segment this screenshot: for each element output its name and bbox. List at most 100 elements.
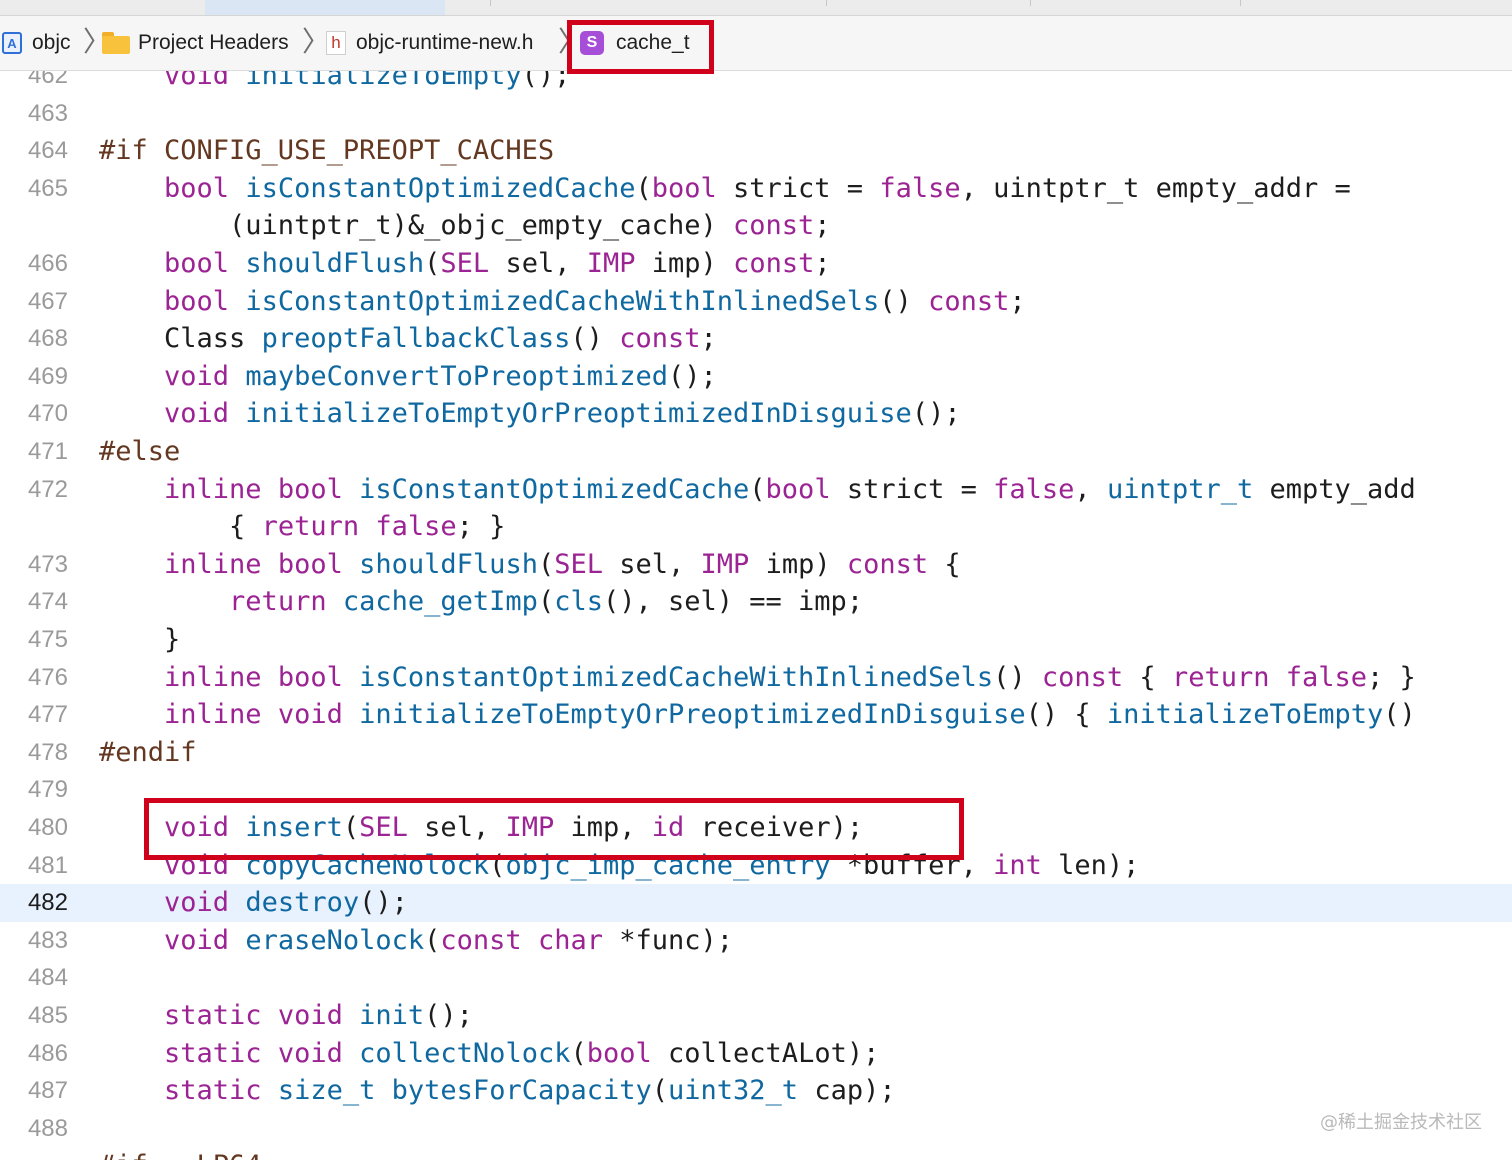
line-number[interactable]: 481 bbox=[0, 847, 68, 885]
code-token: id bbox=[651, 812, 685, 843]
code-token: { bbox=[1123, 661, 1172, 693]
code-token: isConstantOptimizedCache bbox=[359, 473, 750, 505]
code-line[interactable]: 477 inline void initializeToEmptyOrPreop… bbox=[0, 696, 1512, 734]
code-line[interactable]: #if __LP64__ bbox=[0, 1147, 1512, 1160]
code-text: inline bool isConstantOptimizedCacheWith… bbox=[99, 659, 1416, 697]
tab-active[interactable] bbox=[205, 0, 445, 15]
code-token: void bbox=[277, 699, 343, 731]
code-token: const bbox=[440, 924, 522, 956]
code-line[interactable]: 468 Class preoptFallbackClass() const; bbox=[0, 320, 1512, 358]
code-line[interactable]: 462 void initializeToEmpty(); bbox=[0, 71, 1512, 95]
watermark: @稀土掘金技术社区 bbox=[1320, 1112, 1482, 1133]
line-number[interactable]: 476 bbox=[0, 659, 68, 697]
line-number[interactable]: 480 bbox=[0, 809, 68, 847]
code-token: ( bbox=[570, 1037, 587, 1069]
code-line[interactable]: 480 void insert(SEL sel, IMP imp, id rec… bbox=[0, 809, 1512, 847]
code-line[interactable]: 483 void eraseNolock(const char *func); bbox=[0, 922, 1512, 960]
line-number[interactable]: 463 bbox=[0, 95, 68, 133]
code-line[interactable]: 474 return cache_getImp(cls(), sel) == i… bbox=[0, 583, 1512, 621]
code-token: , bbox=[1074, 473, 1107, 505]
code-token: const bbox=[732, 210, 815, 242]
code-token: ( bbox=[651, 1075, 669, 1107]
code-token: insert bbox=[245, 812, 343, 843]
code-line[interactable]: 470 void initializeToEmptyOrPreoptimized… bbox=[0, 395, 1512, 433]
line-number[interactable]: 464 bbox=[0, 132, 68, 170]
line-number[interactable]: 484 bbox=[0, 959, 68, 997]
line-number[interactable]: 486 bbox=[0, 1035, 68, 1073]
line-number[interactable]: 473 bbox=[0, 546, 68, 584]
code-line[interactable]: 471 #else bbox=[0, 433, 1512, 471]
code-token: const bbox=[846, 548, 929, 580]
code-line[interactable]: 475 } bbox=[0, 621, 1512, 659]
line-number[interactable]: 487 bbox=[0, 1072, 68, 1110]
code-line[interactable]: 484 bbox=[0, 959, 1512, 997]
line-number[interactable]: 467 bbox=[0, 283, 68, 321]
line-number[interactable]: 470 bbox=[0, 395, 68, 433]
code-line[interactable]: (uintptr_t)&_objc_empty_cache) const; bbox=[0, 207, 1512, 245]
code-line[interactable]: 482 void destroy(); bbox=[0, 884, 1512, 922]
line-number[interactable]: 465 bbox=[0, 170, 68, 208]
line-number[interactable]: 482 bbox=[0, 884, 68, 922]
code-line[interactable]: 472 inline bool isConstantOptimizedCache… bbox=[0, 471, 1512, 509]
code-token: uintptr_t bbox=[1106, 473, 1254, 505]
line-number[interactable]: 477 bbox=[0, 696, 68, 734]
line-number[interactable]: 479 bbox=[0, 771, 68, 809]
code-text: Class preoptFallbackClass() const; bbox=[99, 320, 717, 358]
breadcrumb-item-file[interactable]: h objc-runtime-new.h bbox=[326, 16, 533, 70]
code-token: ( bbox=[635, 172, 652, 204]
code-line[interactable]: 488 bbox=[0, 1110, 1512, 1148]
code-line[interactable]: 486 static void collectNolock(bool colle… bbox=[0, 1035, 1512, 1073]
code-line[interactable]: 479 bbox=[0, 771, 1512, 809]
code-token: #if __LP64__ bbox=[99, 1150, 294, 1160]
code-text: void insert(SEL sel, IMP imp, id receive… bbox=[99, 809, 863, 847]
code-line[interactable]: 463 bbox=[0, 95, 1512, 133]
source-editor[interactable]: 462 void initializeToEmpty(); 463 464 #if C… bbox=[0, 71, 1512, 1160]
code-line[interactable]: 465 bool isConstantOptimizedCache(bool s… bbox=[0, 170, 1512, 208]
code-text: bool isConstantOptimizedCache(bool stric… bbox=[99, 170, 1351, 208]
code-token: ; bbox=[1009, 285, 1026, 317]
code-line[interactable]: 467 bool isConstantOptimizedCacheWithInl… bbox=[0, 283, 1512, 321]
line-number[interactable]: 466 bbox=[0, 245, 68, 283]
code-line[interactable]: 476 inline bool isConstantOptimizedCache… bbox=[0, 659, 1512, 697]
code-line[interactable]: 464 #if CONFIG_USE_PREOPT_CACHES bbox=[0, 132, 1512, 170]
code-token: , uintptr_t empty_addr = bbox=[960, 172, 1351, 204]
code-line[interactable]: 487 static size_t bytesForCapacity(uint3… bbox=[0, 1072, 1512, 1110]
code-token: initializeToEmptyOrPreoptimizedInDisguis… bbox=[359, 699, 1026, 731]
code-token: imp) bbox=[749, 548, 847, 580]
line-number[interactable]: 462 bbox=[0, 71, 68, 95]
code-token: static bbox=[164, 1075, 262, 1107]
line-number[interactable]: 488 bbox=[0, 1110, 68, 1148]
line-number[interactable]: 475 bbox=[0, 621, 68, 659]
line-number[interactable]: 478 bbox=[0, 734, 68, 772]
code-line[interactable]: 485 static void init(); bbox=[0, 997, 1512, 1035]
code-token: (uintptr_t)&_objc_empty_cache) bbox=[99, 210, 733, 242]
line-number[interactable]: 469 bbox=[0, 358, 68, 396]
line-number[interactable]: 474 bbox=[0, 583, 68, 621]
line-number[interactable]: 472 bbox=[0, 471, 68, 509]
code-token: IMP bbox=[586, 248, 636, 279]
breadcrumb-item-group[interactable]: Project Headers bbox=[102, 16, 289, 70]
code-token: isConstantOptimizedCache bbox=[245, 172, 636, 204]
code-line[interactable]: 466 bool shouldFlush(SEL sel, IMP imp) c… bbox=[0, 245, 1512, 283]
code-token: void bbox=[164, 887, 230, 919]
breadcrumb-item-symbol[interactable]: S cache_t bbox=[580, 16, 690, 70]
code-line[interactable]: 473 inline bool shouldFlush(SEL sel, IMP… bbox=[0, 546, 1512, 584]
code-line[interactable]: 481 void copyCacheNolock(objc_imp_cache_… bbox=[0, 847, 1512, 885]
line-number[interactable]: 483 bbox=[0, 922, 68, 960]
code-line[interactable]: { return false; } bbox=[0, 508, 1512, 546]
code-line[interactable]: 478 #endif bbox=[0, 734, 1512, 772]
code-line[interactable]: 469 void maybeConvertToPreoptimized(); bbox=[0, 358, 1512, 396]
line-number[interactable]: 468 bbox=[0, 320, 68, 358]
line-number[interactable]: 485 bbox=[0, 997, 68, 1035]
line-number[interactable]: 471 bbox=[0, 433, 68, 471]
code-token: initializeToEmptyOrPreoptimizedInDisguis… bbox=[245, 398, 912, 430]
breadcrumb-item-project[interactable]: A objc bbox=[2, 16, 71, 70]
